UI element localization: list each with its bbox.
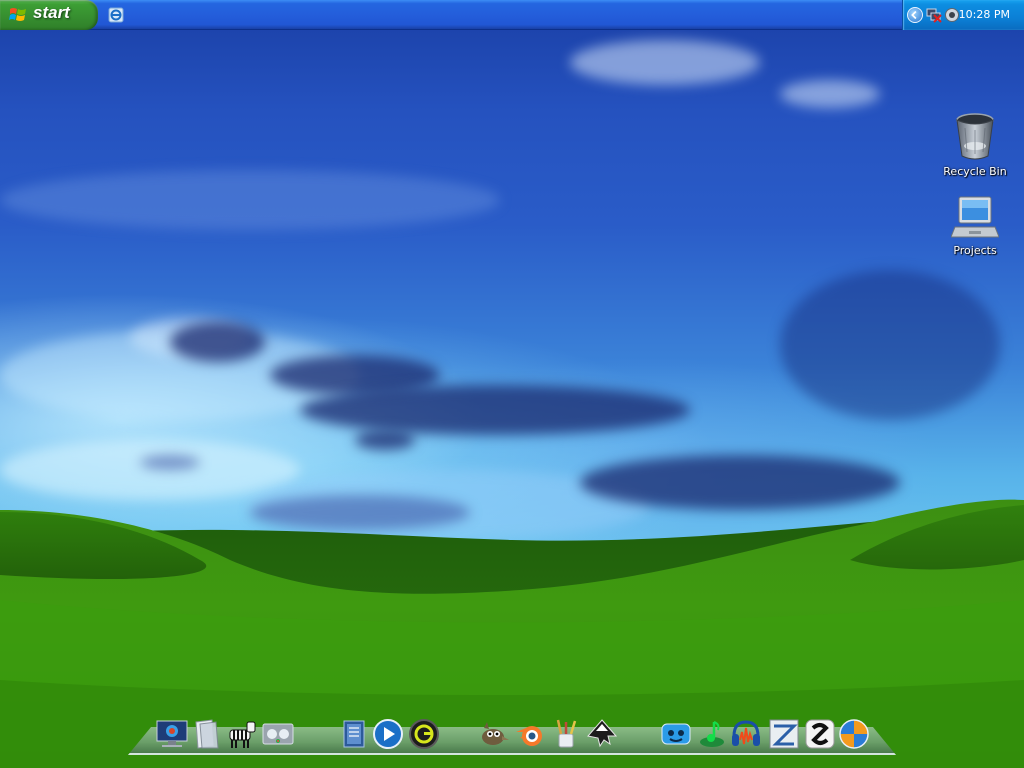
start-button[interactable]: start: [0, 0, 98, 30]
desktop-icon-label: Recycle Bin: [943, 165, 1007, 178]
dock-item-music[interactable]: [696, 718, 728, 750]
volume-icon[interactable]: [944, 7, 960, 23]
network-disconnected-icon[interactable]: [926, 7, 942, 23]
notes-icon: [343, 720, 365, 748]
desktop-icon-recycle-bin[interactable]: Recycle Bin: [940, 112, 1010, 178]
dock-item-desktop[interactable]: [156, 718, 188, 750]
chat-app-icon: [661, 723, 691, 745]
clock[interactable]: 10:28 PM: [959, 8, 1010, 21]
dock-item-zebra[interactable]: [226, 718, 258, 750]
music-app-icon: [700, 721, 724, 747]
gimp-icon: [482, 722, 509, 745]
desktop-icon-projects[interactable]: Projects: [940, 195, 1010, 257]
taskbar: start 10:28 PM: [0, 0, 1024, 30]
internet-explorer-icon[interactable]: [108, 7, 124, 23]
audacity-icon: [732, 720, 760, 746]
paper-folder-icon: [195, 719, 219, 749]
desktop-monitor-icon: [156, 720, 188, 747]
dock-item-play[interactable]: [372, 718, 404, 750]
system-tray: 10:28 PM: [902, 0, 1024, 30]
desktop-icon-label: Projects: [953, 244, 997, 257]
show-hidden-icons-arrow-icon[interactable]: [907, 7, 923, 23]
media-player-icon: [262, 723, 294, 745]
z-app-icon: [769, 719, 799, 749]
blender-icon: [516, 726, 542, 746]
green-hills: [0, 499, 1024, 768]
dock-item-gimp[interactable]: [478, 718, 510, 750]
dock-item-paint[interactable]: [550, 718, 582, 750]
play-icon: [373, 719, 403, 749]
dock-item-folder[interactable]: [190, 718, 222, 750]
start-label: start: [33, 3, 70, 22]
inkscape-icon: [587, 719, 618, 748]
paint-brushes-icon: [556, 719, 577, 748]
dock-item-zip-app[interactable]: [804, 718, 836, 750]
laptop-icon: [951, 196, 999, 238]
windows-logo-icon: [9, 8, 26, 21]
dock-item-notes[interactable]: [338, 718, 370, 750]
dock-item-audacity[interactable]: [730, 718, 762, 750]
dock-item-globe[interactable]: [838, 718, 870, 750]
dock-item-inkscape[interactable]: [586, 718, 618, 750]
dock-item-z-app[interactable]: [768, 718, 800, 750]
dock-item-blender[interactable]: [514, 718, 546, 750]
desktop-wallpaper: [0, 0, 1024, 768]
globe-orange-icon: [839, 719, 869, 749]
dock-item-g-app[interactable]: [408, 718, 440, 750]
zip-app-icon: [805, 719, 835, 749]
recycle-bin-icon: [956, 113, 994, 160]
dock-item-media[interactable]: [262, 718, 294, 750]
g-app-icon: [409, 719, 439, 749]
dock-item-chat[interactable]: [660, 718, 692, 750]
zebra-icon: [229, 721, 256, 748]
